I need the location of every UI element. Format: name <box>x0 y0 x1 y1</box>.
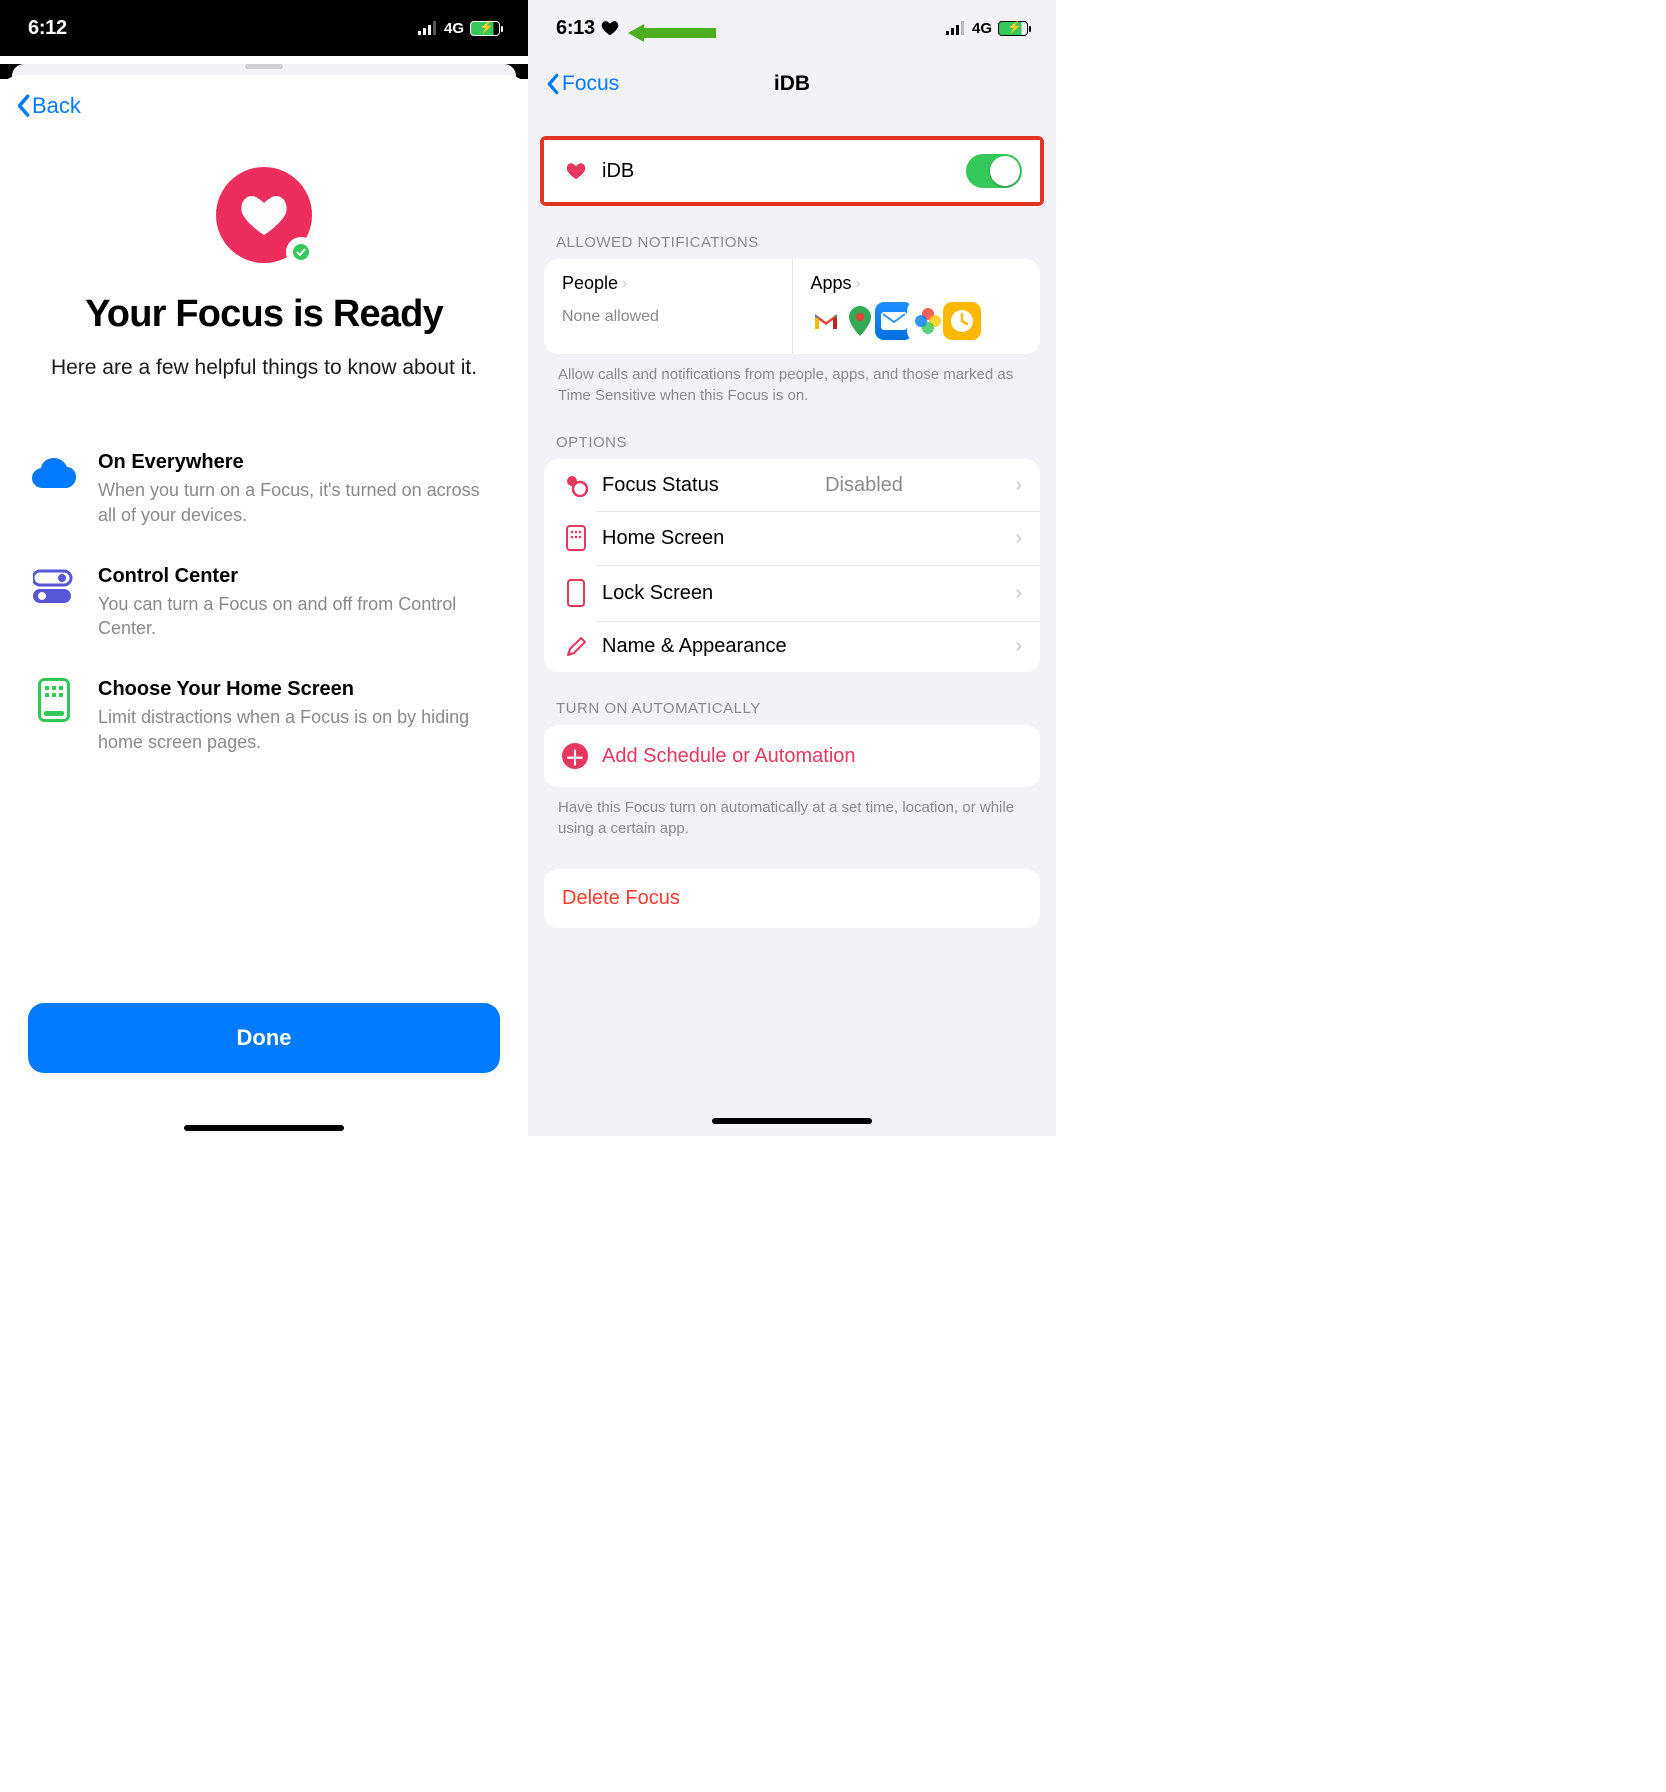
home-grid-icon <box>562 525 590 551</box>
option-home-screen[interactable]: Home Screen › <box>544 511 1040 565</box>
annotation-arrow <box>628 24 716 42</box>
chevron-right-icon: › <box>1015 582 1022 605</box>
network-label: 4G <box>972 20 992 37</box>
chevron-right-icon: › <box>1015 635 1022 658</box>
chevron-right-icon: › <box>856 275 861 292</box>
auto-footer: Have this Focus turn on automatically at… <box>544 787 1040 839</box>
feature-on-everywhere: On Everywhere When you turn on a Focus, … <box>32 451 496 527</box>
pencil-icon <box>562 636 590 658</box>
people-cell[interactable]: People› None allowed <box>544 259 792 354</box>
hero-title: Your Focus is Ready <box>28 293 500 336</box>
chevron-right-icon: › <box>1015 474 1022 497</box>
auto-header: TURN ON AUTOMATICALLY <box>544 672 1040 725</box>
signal-icon <box>946 21 966 35</box>
add-schedule-button[interactable]: ＋ Add Schedule or Automation <box>544 725 1040 787</box>
status-time: 6:13 <box>556 17 595 40</box>
status-bar-left: 6:12 4G ⚡ <box>0 0 528 56</box>
lock-screen-icon <box>562 579 590 607</box>
battery-icon: ⚡ <box>998 21 1028 36</box>
apps-cell[interactable]: Apps› <box>792 259 1041 354</box>
check-badge-icon <box>288 239 314 265</box>
maps-icon <box>841 302 879 340</box>
allowed-footer: Allow calls and notifications from peopl… <box>544 354 1040 406</box>
back-button[interactable]: Back <box>8 75 520 127</box>
options-header: OPTIONS <box>544 406 1040 459</box>
plus-icon: ＋ <box>562 743 588 769</box>
heart-icon <box>562 162 590 180</box>
mail-icon <box>875 302 913 340</box>
homescreen-icon <box>32 678 76 722</box>
network-label: 4G <box>444 20 464 37</box>
highlight-box: iDB <box>540 136 1044 206</box>
back-label: Back <box>32 93 81 119</box>
status-bar-right: 6:13 4G ⚡ <box>528 0 1056 56</box>
heart-status-icon <box>601 20 619 36</box>
chevron-right-icon: › <box>622 275 627 292</box>
hero-subtitle: Here are a few helpful things to know ab… <box>38 354 490 381</box>
toggle-label: iDB <box>602 160 634 183</box>
signal-icon <box>418 21 438 35</box>
option-lock-screen[interactable]: Lock Screen › <box>544 565 1040 621</box>
battery-icon: ⚡ <box>470 21 500 36</box>
cloud-icon <box>32 451 76 495</box>
nav-title: iDB <box>774 72 810 96</box>
allowed-header: ALLOWED NOTIFICATIONS <box>544 206 1040 259</box>
home-indicator[interactable] <box>184 1125 344 1131</box>
clock-icon <box>943 302 981 340</box>
delete-focus-button[interactable]: Delete Focus <box>544 869 1040 928</box>
chevron-right-icon: › <box>1015 527 1022 550</box>
status-time: 6:12 <box>28 17 67 40</box>
feature-home-screen: Choose Your Home Screen Limit distractio… <box>32 678 496 754</box>
toggles-icon <box>32 565 76 609</box>
focus-status-icon <box>562 473 590 497</box>
focus-hero-icon <box>216 167 312 263</box>
feature-control-center: Control Center You can turn a Focus on a… <box>32 565 496 641</box>
option-name-appearance[interactable]: Name & Appearance › <box>544 621 1040 672</box>
home-indicator[interactable] <box>712 1118 872 1124</box>
photos-icon <box>909 302 947 340</box>
done-button[interactable]: Done <box>28 1003 500 1073</box>
gmail-icon <box>807 302 845 340</box>
toggle-switch[interactable] <box>966 154 1022 188</box>
nav-back-button[interactable]: Focus <box>546 72 619 96</box>
focus-toggle-row[interactable]: iDB <box>544 140 1040 202</box>
option-focus-status[interactable]: Focus Status Disabled › <box>544 459 1040 511</box>
